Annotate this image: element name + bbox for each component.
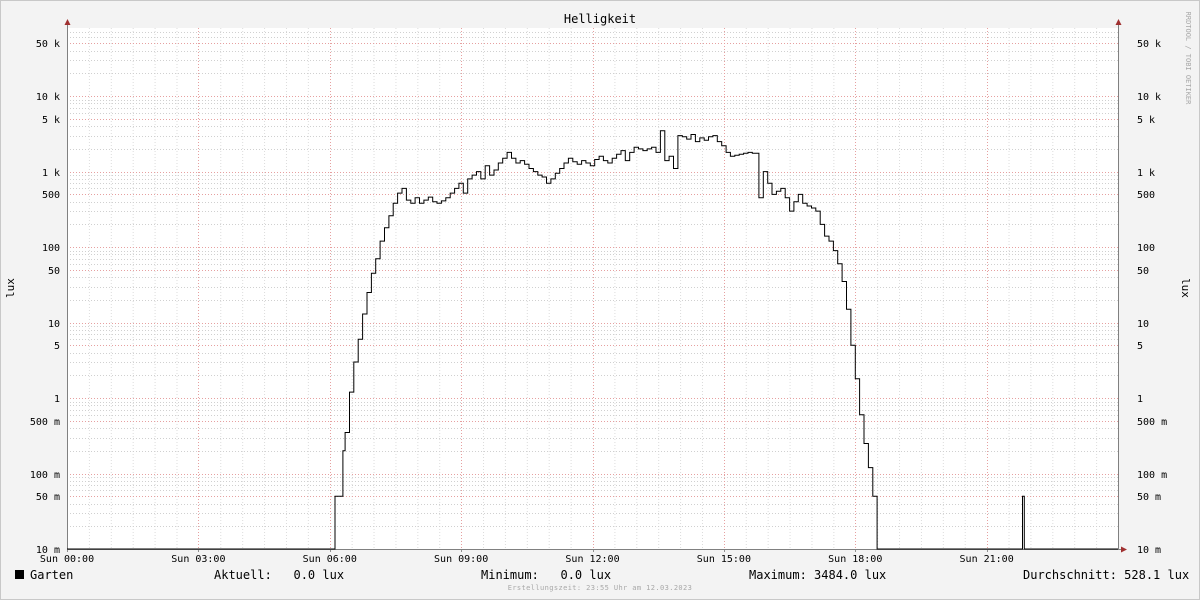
y-tick-label-right: 50 k: [1137, 39, 1161, 50]
y-tick-label-right: 10: [1137, 319, 1149, 330]
y-tick-label-left: 100 m: [30, 470, 60, 481]
y-tick-label-left: 50 m: [36, 492, 60, 503]
y-tick-label-right: 500 m: [1137, 417, 1167, 428]
legend-minimum: Minimum: 0.0 lux: [481, 568, 612, 582]
x-tick-label: Sun 03:00: [171, 554, 225, 565]
y-tick-label-right: 1: [1137, 394, 1143, 405]
x-tick-label: Sun 21:00: [960, 554, 1014, 565]
y-tick-label-right: 50 m: [1137, 492, 1161, 503]
plot-background: [67, 28, 1118, 549]
y-tick-label-left: 1 k: [42, 168, 60, 179]
y-tick-label-right: 1 k: [1137, 168, 1155, 179]
y-tick-label-left: 100: [42, 243, 60, 254]
y-tick-label-right: 500: [1137, 190, 1155, 201]
x-axis-arrow: [1121, 546, 1127, 553]
x-tick-label: Sun 18:00: [828, 554, 882, 565]
y-tick-label-right: 50: [1137, 266, 1149, 277]
grid-layer: [67, 28, 1118, 549]
y-tick-label-left: 10 m: [36, 545, 60, 556]
y-tick-label-right: 10 m: [1137, 545, 1161, 556]
y-axis-arrow-right: [1115, 19, 1122, 25]
y-axis-label-right: lux: [1179, 278, 1192, 298]
y-tick-label-left: 50 k: [36, 39, 60, 50]
y-tick-label-right: 100 m: [1137, 470, 1167, 481]
y-tick-label-right: 5 k: [1137, 115, 1155, 126]
x-tick-label: Sun 12:00: [565, 554, 619, 565]
y-axis-arrow-left: [64, 19, 71, 25]
x-tick-label: Sun 06:00: [303, 554, 357, 565]
x-tick-label: Sun 15:00: [697, 554, 751, 565]
chart-svg: Sun 00:00 Sun 03:00 Sun 06:00 Sun 09:00 Sun …: [4, 12, 1192, 565]
legend-maximum: Maximum: 3484.0 lux: [749, 568, 887, 582]
y-axis-label-left: lux: [4, 278, 17, 298]
y-tick-label-left: 10: [48, 319, 60, 330]
x-tick-label: Sun 09:00: [434, 554, 488, 565]
footer-timestamp: Erstellungszeit: 23:55 Uhr am 12.03.2023: [507, 584, 693, 592]
y-tick-label-left: 10 k: [36, 92, 60, 103]
legend-swatch: [15, 570, 24, 579]
chart-title: Helligkeit: [564, 12, 636, 26]
y-tick-label-left: 500 m: [30, 417, 60, 428]
y-tick-label-left: 500: [42, 190, 60, 201]
y-tick-label-right: 5: [1137, 341, 1143, 352]
y-tick-label-right: 10 k: [1137, 92, 1161, 103]
legend-average: Durchschnitt: 528.1 lux: [1023, 568, 1190, 582]
y-tick-label-left: 50: [48, 266, 60, 277]
y-tick-label-left: 5 k: [42, 115, 60, 126]
y-tick-label-left: 5: [54, 341, 60, 352]
y-tick-label-left: 1: [54, 394, 60, 405]
legend-series-name: Garten: [30, 568, 74, 582]
y-tick-label-right: 100: [1137, 243, 1155, 254]
watermark-text: RRDTOOL / TOBI OETIKER: [1184, 12, 1192, 106]
legend-current: Aktuell: 0.0 lux: [214, 568, 345, 582]
